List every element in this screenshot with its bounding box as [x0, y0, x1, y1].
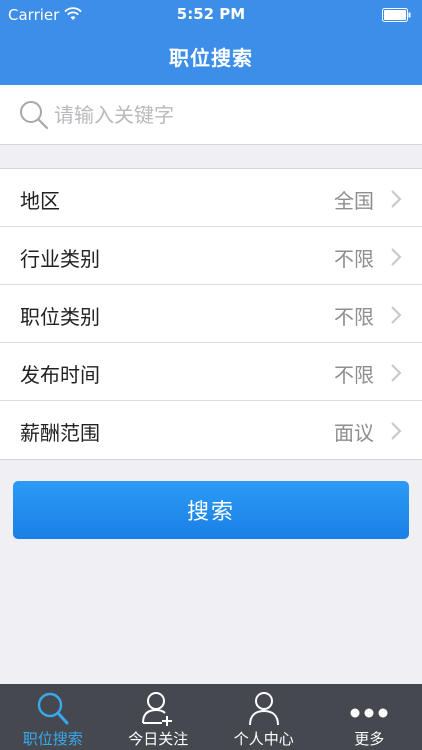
- tab-more[interactable]: 更多: [317, 684, 422, 750]
- search-icon: [20, 101, 49, 130]
- user-icon: [248, 692, 279, 726]
- filter-row-salary[interactable]: 薪酬范围 面议: [0, 401, 422, 459]
- filter-label: 行业类别: [20, 247, 100, 271]
- user-add-icon: [142, 692, 173, 726]
- tab-label: 个人中心: [233, 730, 294, 748]
- status-bar: Carrier 5:52 PM: [0, 0, 422, 30]
- tab-label: 今日关注: [128, 730, 189, 748]
- filter-value: 不限: [334, 305, 374, 329]
- search-button[interactable]: 搜索: [13, 481, 409, 539]
- chevron-right-icon: [391, 190, 402, 208]
- filter-value: 不限: [334, 363, 374, 387]
- filter-label: 薪酬范围: [20, 421, 100, 445]
- tab-label: 职位搜索: [22, 730, 83, 748]
- chevron-right-icon: [391, 422, 402, 440]
- filter-value: 不限: [334, 247, 374, 271]
- tab-today-follow[interactable]: 今日关注: [106, 684, 212, 750]
- chevron-right-icon: [391, 306, 402, 324]
- filter-row-job-category[interactable]: 职位类别 不限: [0, 285, 422, 343]
- tab-job-search[interactable]: 职位搜索: [0, 684, 106, 750]
- tab-bar: 职位搜索 今日关注 个人中心 更多: [0, 684, 422, 750]
- tab-personal-center[interactable]: 个人中心: [211, 684, 317, 750]
- search-icon: [37, 692, 69, 725]
- header: Carrier 5:52 PM 职位搜索: [0, 0, 422, 85]
- search-bar: [0, 85, 422, 145]
- page-title: 职位搜索: [169, 46, 253, 70]
- filter-row-region[interactable]: 地区 全国: [0, 169, 422, 227]
- status-time: 5:52 PM: [176, 5, 246, 23]
- filter-label: 地区: [20, 189, 60, 213]
- search-input[interactable]: [54, 97, 394, 133]
- filter-value: 全国: [334, 189, 374, 213]
- filter-list: 地区 全国 行业类别 不限 职位类别 不限 发布时间 不限 薪酬范围 面议: [0, 168, 422, 460]
- tab-label: 更多: [354, 730, 385, 748]
- filter-label: 发布时间: [20, 363, 100, 387]
- battery-icon: [382, 8, 411, 22]
- filter-value: 面议: [334, 421, 374, 445]
- filter-row-industry[interactable]: 行业类别 不限: [0, 227, 422, 285]
- filter-row-post-time[interactable]: 发布时间 不限: [0, 343, 422, 401]
- more-icon: [350, 708, 388, 718]
- chevron-right-icon: [391, 364, 402, 382]
- chevron-right-icon: [391, 248, 402, 266]
- filter-label: 职位类别: [20, 305, 100, 329]
